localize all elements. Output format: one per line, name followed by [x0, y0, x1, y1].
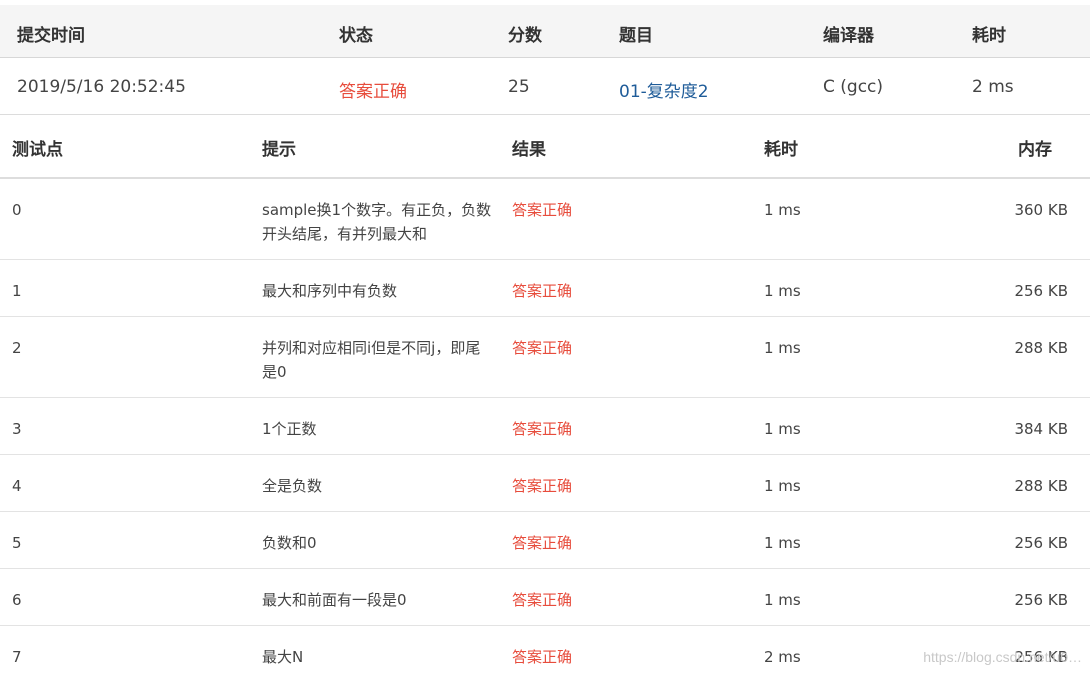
header-submit-time: 提交时间: [17, 26, 85, 46]
case-memory: 360 KB: [1014, 201, 1068, 219]
header-memory: 内存: [1018, 140, 1052, 160]
case-hint: 全是负数: [262, 477, 323, 495]
case-result: 答案正确: [512, 339, 573, 357]
test-case-row: 3 1个正数 答案正确 1 ms 384 KB: [0, 398, 1090, 455]
header-problem: 题目: [619, 26, 653, 46]
header-test-point: 测试点: [12, 140, 63, 160]
header-result: 结果: [512, 140, 546, 160]
case-id: 6: [12, 591, 22, 609]
case-result: 答案正确: [512, 534, 573, 552]
case-memory: 256 KB: [1014, 282, 1068, 300]
test-case-header-row: 测试点 提示 结果 耗时 内存: [0, 118, 1090, 179]
case-hint: sample换1个数字。有正负，负数开头结尾，有并列最大和: [262, 201, 492, 243]
case-id: 5: [12, 534, 22, 552]
case-memory: 256 KB: [1014, 591, 1068, 609]
case-id: 1: [12, 282, 22, 300]
case-time: 1 ms: [764, 534, 801, 552]
watermark: https://blog.csdn.net/u0…: [923, 649, 1082, 665]
header-hint: 提示: [262, 140, 296, 160]
header-status: 状态: [339, 26, 373, 46]
case-time: 1 ms: [764, 339, 801, 357]
case-hint: 负数和0: [262, 534, 317, 552]
header-time: 耗时: [764, 140, 798, 160]
submission-status: 答案正确: [339, 82, 407, 102]
case-id: 2: [12, 339, 22, 357]
case-memory: 288 KB: [1014, 339, 1068, 357]
submission-duration: 2 ms: [972, 77, 1014, 97]
case-result: 答案正确: [512, 648, 573, 666]
case-hint: 最大和序列中有负数: [262, 282, 398, 300]
case-hint: 最大N: [262, 648, 304, 666]
submission-row: 2019/5/16 20:52:45 答案正确 25 01-复杂度2 C (gc…: [0, 58, 1090, 115]
test-case-row: 4 全是负数 答案正确 1 ms 288 KB: [0, 455, 1090, 512]
case-id: 3: [12, 420, 22, 438]
case-memory: 288 KB: [1014, 477, 1068, 495]
test-case-table: 测试点 提示 结果 耗时 内存 0 sample换1个数字。有正负，负数开头结尾…: [0, 118, 1090, 677]
case-time: 1 ms: [764, 201, 801, 219]
case-id: 7: [12, 648, 22, 666]
submission-table: 提交时间 状态 分数 题目 编译器 耗时 2019/5/16 20:52:45 …: [0, 5, 1090, 115]
header-duration: 耗时: [972, 26, 1006, 46]
test-case-row: 2 并列和对应相同i但是不同j，即尾是0 答案正确 1 ms 288 KB: [0, 317, 1090, 398]
case-result: 答案正确: [512, 201, 573, 219]
test-case-row: 6 最大和前面有一段是0 答案正确 1 ms 256 KB: [0, 569, 1090, 626]
case-id: 0: [12, 201, 22, 219]
case-result: 答案正确: [512, 477, 573, 495]
test-case-row: 5 负数和0 答案正确 1 ms 256 KB: [0, 512, 1090, 569]
submit-time: 2019/5/16 20:52:45: [17, 77, 186, 97]
case-time: 1 ms: [764, 282, 801, 300]
case-hint: 最大和前面有一段是0: [262, 591, 407, 609]
case-hint: 并列和对应相同i但是不同j，即尾是0: [262, 339, 481, 381]
case-result: 答案正确: [512, 420, 573, 438]
case-hint: 1个正数: [262, 420, 317, 438]
case-time: 1 ms: [764, 477, 801, 495]
header-score: 分数: [508, 26, 542, 46]
test-case-row: 0 sample换1个数字。有正负，负数开头结尾，有并列最大和 答案正确 1 m…: [0, 179, 1090, 260]
case-result: 答案正确: [512, 282, 573, 300]
submission-header-row: 提交时间 状态 分数 题目 编译器 耗时: [0, 5, 1090, 58]
case-time: 1 ms: [764, 591, 801, 609]
case-result: 答案正确: [512, 591, 573, 609]
case-time: 2 ms: [764, 648, 801, 666]
submission-compiler: C (gcc): [823, 77, 884, 97]
header-compiler: 编译器: [823, 26, 874, 46]
submission-score: 25: [508, 77, 530, 97]
case-memory: 256 KB: [1014, 534, 1068, 552]
problem-link[interactable]: 01-复杂度2: [619, 77, 709, 102]
test-case-row: 1 最大和序列中有负数 答案正确 1 ms 256 KB: [0, 260, 1090, 317]
page: 提交时间 状态 分数 题目 编译器 耗时 2019/5/16 20:52:45 …: [0, 0, 1090, 677]
case-id: 4: [12, 477, 22, 495]
case-time: 1 ms: [764, 420, 801, 438]
case-memory: 384 KB: [1014, 420, 1068, 438]
